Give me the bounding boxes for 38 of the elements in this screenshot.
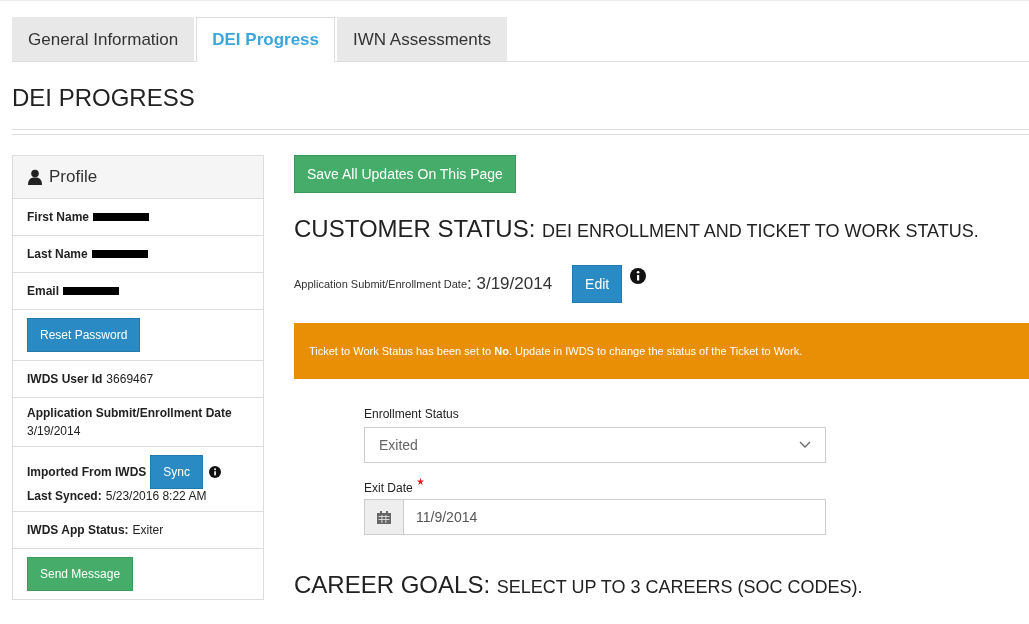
date-label: Application Submit/Enrollment Date: [294, 278, 468, 290]
info-icon[interactable]: [630, 268, 647, 284]
page-title: DEI PROGRESS: [12, 84, 196, 112]
tab[interactable]: General Information: [12, 17, 195, 61]
status-dropdown[interactable]: Exited: [364, 427, 826, 463]
info-icon[interactable]: [209, 466, 222, 478]
tab[interactable]: DEI Progress: [196, 17, 335, 62]
action-button[interactable]: Reset Password: [27, 318, 141, 352]
section-subtitle: SELECT UP TO 3 CAREERS (SOC CODES).: [496, 577, 863, 597]
field-value: 5/23/2016 8:22 AM: [105, 489, 207, 503]
section-title: CUSTOMER STATUS:: [294, 215, 536, 242]
field-label: IWDS App Status:: [27, 523, 129, 537]
field-value: Exiter: [132, 523, 164, 537]
field-label: Email: [27, 284, 59, 298]
date-field[interactable]: 11/9/2014: [364, 499, 826, 535]
edit-button[interactable]: Edit: [572, 265, 623, 303]
field-label: IWDS User Id: [27, 372, 103, 386]
action-button[interactable]: Send Message: [27, 557, 134, 591]
save-button[interactable]: Save All Updates On This Page: [294, 155, 516, 193]
user-icon: [27, 169, 43, 185]
field-label: Application Submit/Enrollment Date: [27, 406, 233, 420]
field-label: First Name: [27, 210, 90, 224]
field-label: Enrollment Status: [364, 407, 460, 421]
field-value: 3/19/2014: [27, 424, 82, 438]
sync-button[interactable]: Sync: [150, 455, 204, 489]
tab[interactable]: IWN Assessments: [337, 17, 507, 61]
panel-title: Profile: [49, 167, 98, 187]
field-label: Last Synced:: [27, 489, 102, 503]
warning-alert: Ticket to Work Status has been set to No. Update in IWDS to change the status of the Ticket to Work.: [294, 323, 1029, 379]
chevron-down-icon: [799, 441, 811, 449]
section-title: CAREER GOALS:: [294, 571, 491, 598]
calendar-icon: [377, 510, 391, 524]
section-subtitle: DEI ENROLLMENT AND TICKET TO WORK STATUS.: [542, 221, 979, 241]
field-label: Imported From IWDS: [27, 465, 147, 479]
field-label: Exit Date: [364, 481, 413, 495]
date-value: : 3/19/2014: [467, 274, 553, 294]
field-value: 3669467: [106, 372, 154, 386]
field-label: Last Name: [27, 247, 88, 261]
